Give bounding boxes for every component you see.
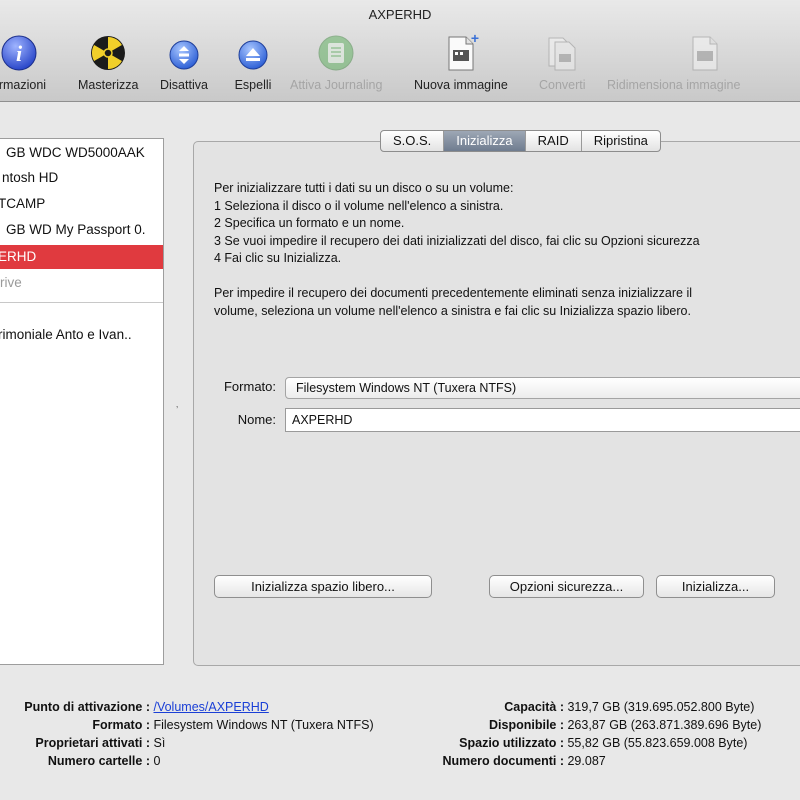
mount-point-link[interactable]: /Volumes/AXPERHD [153,698,268,716]
toolbar-burn-button[interactable]: Masterizza [78,34,138,96]
documents-value: 29.087 [567,754,606,768]
toolbar-eject-button[interactable]: Espelli [234,34,272,96]
volume-info-left: Punto di attivazione : /Volumes/AXPERHD … [0,698,374,770]
security-options-button[interactable]: Opzioni sicurezza... [489,575,644,598]
format-select[interactable]: Filesystem Windows NT (Tuxera NTFS) [285,377,800,399]
info-icon: i [0,34,38,72]
sidebar-item-bootcamp[interactable]: TCAMP [0,192,163,216]
used-space-value: 55,82 GB (55.823.659.008 Byte) [567,736,748,750]
sidebar-item-label: rimoniale Anto e Ivan.. [0,327,132,342]
name-label: Nome: [237,412,276,427]
unmount-icon [165,34,203,72]
toolbar-resize-image-button[interactable]: Ridimensiona immagine [607,34,740,96]
toolbar-info-button[interactable]: i Informazioni [0,34,46,96]
available-key: Disponibile : [489,718,564,732]
used-space-key: Spazio utilizzato : [459,736,564,750]
convert-icon [543,34,581,72]
instructions-free-space-2: volume, seleziona un volume nell'elenco … [214,303,691,318]
tab-restore[interactable]: Ripristina [582,131,660,151]
capacity-value: 319,7 GB (319.695.052.800 Byte) [567,700,755,714]
window-title: AXPERHD [368,7,432,22]
sidebar-item-macintosh-hd[interactable]: ntosh HD [0,166,163,190]
split-view-handle[interactable]: ‚ [176,399,180,410]
sidebar-item-label: GB WDC WD5000AAK [6,145,145,160]
sidebar-item-label: rive [0,275,22,290]
volume-info-right: Capacità : 319,7 GB (319.695.052.800 Byt… [400,698,761,770]
erase-instructions: Per inizializzare tutti i dati su un dis… [214,180,800,320]
sidebar-item-image[interactable]: rimoniale Anto e Ivan.. [0,323,163,347]
sidebar-item-disk-wdc[interactable]: GB WDC WD5000AAK [0,141,163,165]
toolbar-convert-button[interactable]: Converti [539,34,586,96]
eject-icon [234,34,272,72]
name-input[interactable] [285,408,800,432]
sidebar-item-label: GB WD My Passport 0. [6,222,146,237]
instructions-step-1: 1 Seleziona il disco o il volume nell'el… [214,198,504,213]
toolbar-journaling-button[interactable]: Attiva Journaling [290,34,382,96]
sidebar-item-drive[interactable]: rive [0,271,163,295]
instructions-intro: Per inizializzare tutti i dati su un dis… [214,181,514,195]
svg-text:+: + [471,34,479,46]
documents-key: Numero documenti : [442,754,564,768]
mount-point-key: Punto di attivazione : [24,700,150,714]
instructions-step-2: 2 Specifica un formato e un nome. [214,216,405,230]
instructions-step-4: 4 Fai clic su Inizializza. [214,251,342,265]
sidebar-item-disk-my-passport[interactable]: GB WD My Passport 0. [0,218,163,242]
capacity-key: Capacità : [504,700,564,714]
journaling-icon [317,34,355,72]
erase-button[interactable]: Inizializza... [656,575,775,598]
instructions-free-space-1: Per impedire il recupero dei documenti p… [214,286,693,300]
format-key: Formato : [92,718,150,732]
sidebar-item-label: ntosh HD [2,170,59,185]
new-image-icon: + [442,30,480,72]
toolbar: AXPERHD i Informazioni Masterizza [0,0,800,102]
disk-list[interactable]: GB WDC WD5000AAK ntosh HD TCAMP GB WD My… [0,138,164,665]
burn-icon [89,34,127,72]
folders-value: 0 [153,754,161,768]
sidebar-divider [0,302,163,303]
instructions-step-3: 3 Se vuoi impedire il recupero dei dati … [214,233,700,248]
format-value: Filesystem Windows NT (Tuxera NTFS) [153,718,374,732]
toolbar-new-image-button[interactable]: + Nuova immagine [414,30,508,96]
format-label: Formato: [223,379,276,394]
sidebar-item-label: TCAMP [0,196,46,211]
toolbar-unmount-button[interactable]: Disattiva [160,34,208,96]
owners-value: Sì [153,736,166,750]
folders-key: Numero cartelle : [47,754,150,768]
resize-image-icon [686,34,724,72]
tab-first-aid[interactable]: S.O.S. [381,131,445,151]
svg-text:i: i [16,41,23,66]
available-value: 263,87 GB (263.871.389.696 Byte) [567,718,762,732]
tab-bar: S.O.S. Inizializza RAID Ripristina [380,130,661,152]
format-select-value: Filesystem Windows NT (Tuxera NTFS) [296,381,517,395]
erase-free-space-button[interactable]: Inizializza spazio libero... [214,575,432,598]
owners-key: Proprietari attivati : [35,736,150,750]
tab-erase[interactable]: Inizializza [444,131,526,151]
sidebar-item-label: ERHD [0,249,37,264]
tab-raid[interactable]: RAID [526,131,582,151]
sidebar-item-axperhd[interactable]: ERHD [0,245,163,269]
